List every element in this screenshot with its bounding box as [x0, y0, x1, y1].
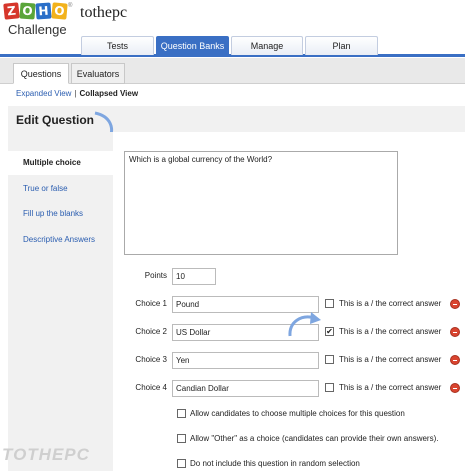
logo-letter: O — [19, 2, 36, 20]
correct-answer-label: This is a / the correct answer — [339, 327, 442, 336]
correct-answer-label: This is a / the correct answer — [339, 355, 442, 364]
curved-arrow-icon — [288, 312, 321, 337]
remove-circle-icon[interactable] — [450, 327, 460, 337]
question-type-true-false[interactable]: True or false — [23, 184, 68, 193]
correct-answer-checkbox[interactable] — [325, 383, 334, 392]
choice-label: Choice 4 — [135, 383, 167, 392]
correct-answer-label: This is a / the correct answer — [339, 383, 442, 392]
logo-letter: Z — [3, 2, 20, 20]
option-label: Allow "Other" as a choice (candidates ca… — [190, 434, 439, 443]
choice-label: Choice 2 — [135, 327, 167, 336]
option-checkbox[interactable] — [177, 409, 186, 418]
choice-input[interactable]: Candian Dollar — [172, 380, 319, 397]
option-label: Allow candidates to choose multiple choi… — [190, 409, 405, 418]
points-input[interactable]: 10 — [172, 268, 216, 285]
points-label: Points — [144, 271, 167, 280]
zoho-logo-letters: Z O H O — [3, 2, 68, 20]
remove-circle-icon[interactable] — [450, 299, 460, 309]
remove-circle-icon[interactable] — [450, 383, 460, 393]
logo-trademark: ® — [68, 3, 73, 9]
edit-question-header: Edit Question — [8, 106, 465, 132]
top-nav: Tests Question Banks Manage Plan — [0, 36, 465, 57]
logo-subtitle: Challenge — [8, 22, 67, 37]
question-type-multiple-choice[interactable]: Multiple choice — [8, 151, 116, 175]
org-name: tothepc — [80, 4, 128, 21]
expanded-view-link[interactable]: Expanded View — [16, 89, 71, 98]
view-switcher: Expanded View | Collapsed View — [16, 89, 138, 98]
collapsed-view-link[interactable]: Collapsed View — [80, 89, 139, 98]
tab-tests[interactable]: Tests — [81, 36, 154, 55]
tab-evaluators[interactable]: Evaluators — [71, 63, 125, 84]
option-checkbox[interactable] — [177, 434, 186, 443]
question-type-descriptive[interactable]: Descriptive Answers — [23, 235, 95, 244]
logo-letter: O — [51, 2, 68, 20]
page-title: Edit Question — [16, 113, 94, 127]
option-checkbox[interactable] — [177, 459, 186, 468]
tab-question-banks[interactable]: Question Banks — [156, 36, 229, 55]
tab-manage[interactable]: Manage — [231, 36, 303, 55]
remove-circle-icon[interactable] — [450, 355, 460, 365]
question-type-panel: Multiple choice True or false Fill up th… — [8, 132, 116, 471]
correct-answer-checkbox[interactable]: ✔ — [325, 327, 334, 336]
logo-letter: H — [35, 2, 52, 20]
sub-tab-bar: Questions Evaluators — [0, 58, 465, 84]
tab-questions[interactable]: Questions — [13, 63, 69, 84]
correct-answer-checkbox[interactable] — [325, 355, 334, 364]
correct-answer-label: This is a / the correct answer — [339, 299, 442, 308]
option-label: Do not include this question in random s… — [190, 459, 360, 468]
correct-answer-checkbox[interactable] — [325, 299, 334, 308]
question-type-fill-blanks[interactable]: Fill up the blanks — [23, 209, 83, 218]
tab-plan[interactable]: Plan — [305, 36, 378, 55]
choice-input[interactable]: Yen — [172, 352, 319, 369]
question-text-field[interactable]: Which is a global currency of the World? — [124, 151, 398, 255]
choice-label: Choice 3 — [135, 355, 167, 364]
choice-label: Choice 1 — [135, 299, 167, 308]
watermark: TOTHEPC — [2, 445, 90, 464]
view-separator: | — [74, 89, 77, 98]
